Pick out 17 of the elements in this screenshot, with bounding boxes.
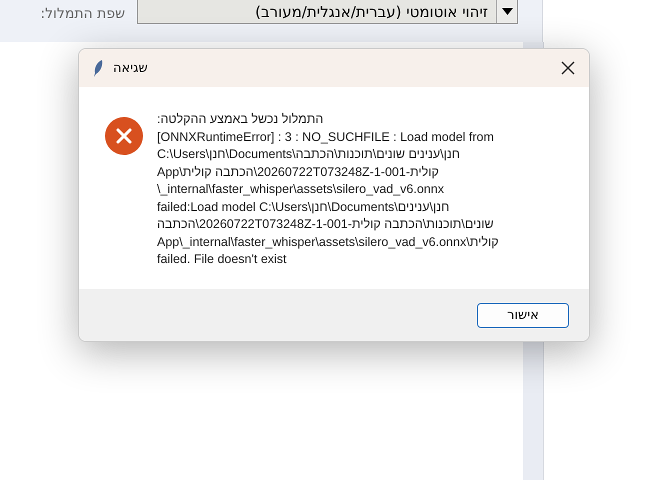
feather-icon bbox=[93, 60, 103, 76]
error-message-line: התמלול נכשל באמצע ההקלטה: bbox=[157, 111, 324, 128]
error-message-line: קולית-20260722T073248Z-1-001\הכתבה קולית\App bbox=[157, 164, 440, 181]
language-label: שפת התמלול: bbox=[39, 6, 125, 22]
error-message-line: C:\Users\חנן\Documents\חנן\ענינים שונים\תוכנות\הכתבה bbox=[157, 146, 461, 163]
error-message-line: שונים\תוכנות\הכתבה קולית-20260722T073248Z-1-001\הכתבה bbox=[157, 216, 495, 233]
error-message-line: קולית\App\_internal\faster_whisper\assets\silero_vad_v6.onnx bbox=[157, 234, 499, 251]
ok-button[interactable]: אישור bbox=[477, 302, 569, 328]
error-message-line: \_internal\faster_whisper\assets\silero_vad_v6.onnx bbox=[157, 181, 445, 198]
error-icon bbox=[105, 117, 143, 155]
error-message-line: failed. File doesn't exist bbox=[157, 251, 288, 268]
close-icon[interactable] bbox=[561, 61, 575, 75]
language-dropdown[interactable]: זיהוי אוטומטי (עברית/אנגלית/מעורב) bbox=[137, 0, 518, 24]
error-message-line: failed:Load model C:\Users\חנן\Documents\חנן\ענינים bbox=[157, 198, 450, 216]
error-message-line: [ONNXRuntimeError] : 3 : NO_SUCHFILE : Load model from bbox=[157, 128, 495, 146]
dropdown-arrow-icon bbox=[502, 8, 512, 14]
dialog-title: שגיאה bbox=[113, 60, 149, 76]
